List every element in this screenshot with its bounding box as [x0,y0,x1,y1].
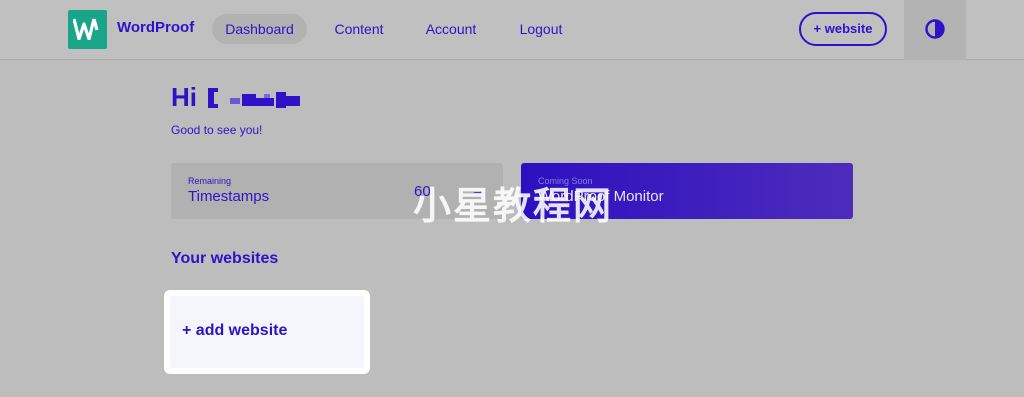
add-website-card-inner[interactable]: + add website [170,296,364,368]
nav-logout[interactable]: Logout [512,14,570,44]
nav-content[interactable]: Content [328,14,390,44]
contrast-half-circle-icon [925,19,945,39]
greeting-subtitle: Good to see you! [171,123,263,137]
add-website-card[interactable]: + add website [164,290,370,374]
top-navigation-bar: WordProof Dashboard Content Account Logo… [0,0,1024,60]
wordproof-logo-icon[interactable] [68,10,107,49]
nav-dashboard[interactable]: Dashboard [212,14,307,44]
add-website-header-button[interactable]: + website [799,12,887,46]
websites-section-title: Your websites [171,250,279,267]
greeting-title: Hi [171,82,197,112]
timestamps-remaining-label: Remaining [188,176,232,186]
watermark-text: 小星教程网 [413,184,614,228]
nav-account[interactable]: Account [419,14,483,44]
redacted-name-mosaic [208,88,300,108]
theme-toggle-button[interactable] [904,0,966,60]
add-website-label[interactable]: + add website [182,322,287,340]
timestamps-label: Timestamps [188,188,270,205]
brand-name[interactable]: WordProof [117,19,194,36]
